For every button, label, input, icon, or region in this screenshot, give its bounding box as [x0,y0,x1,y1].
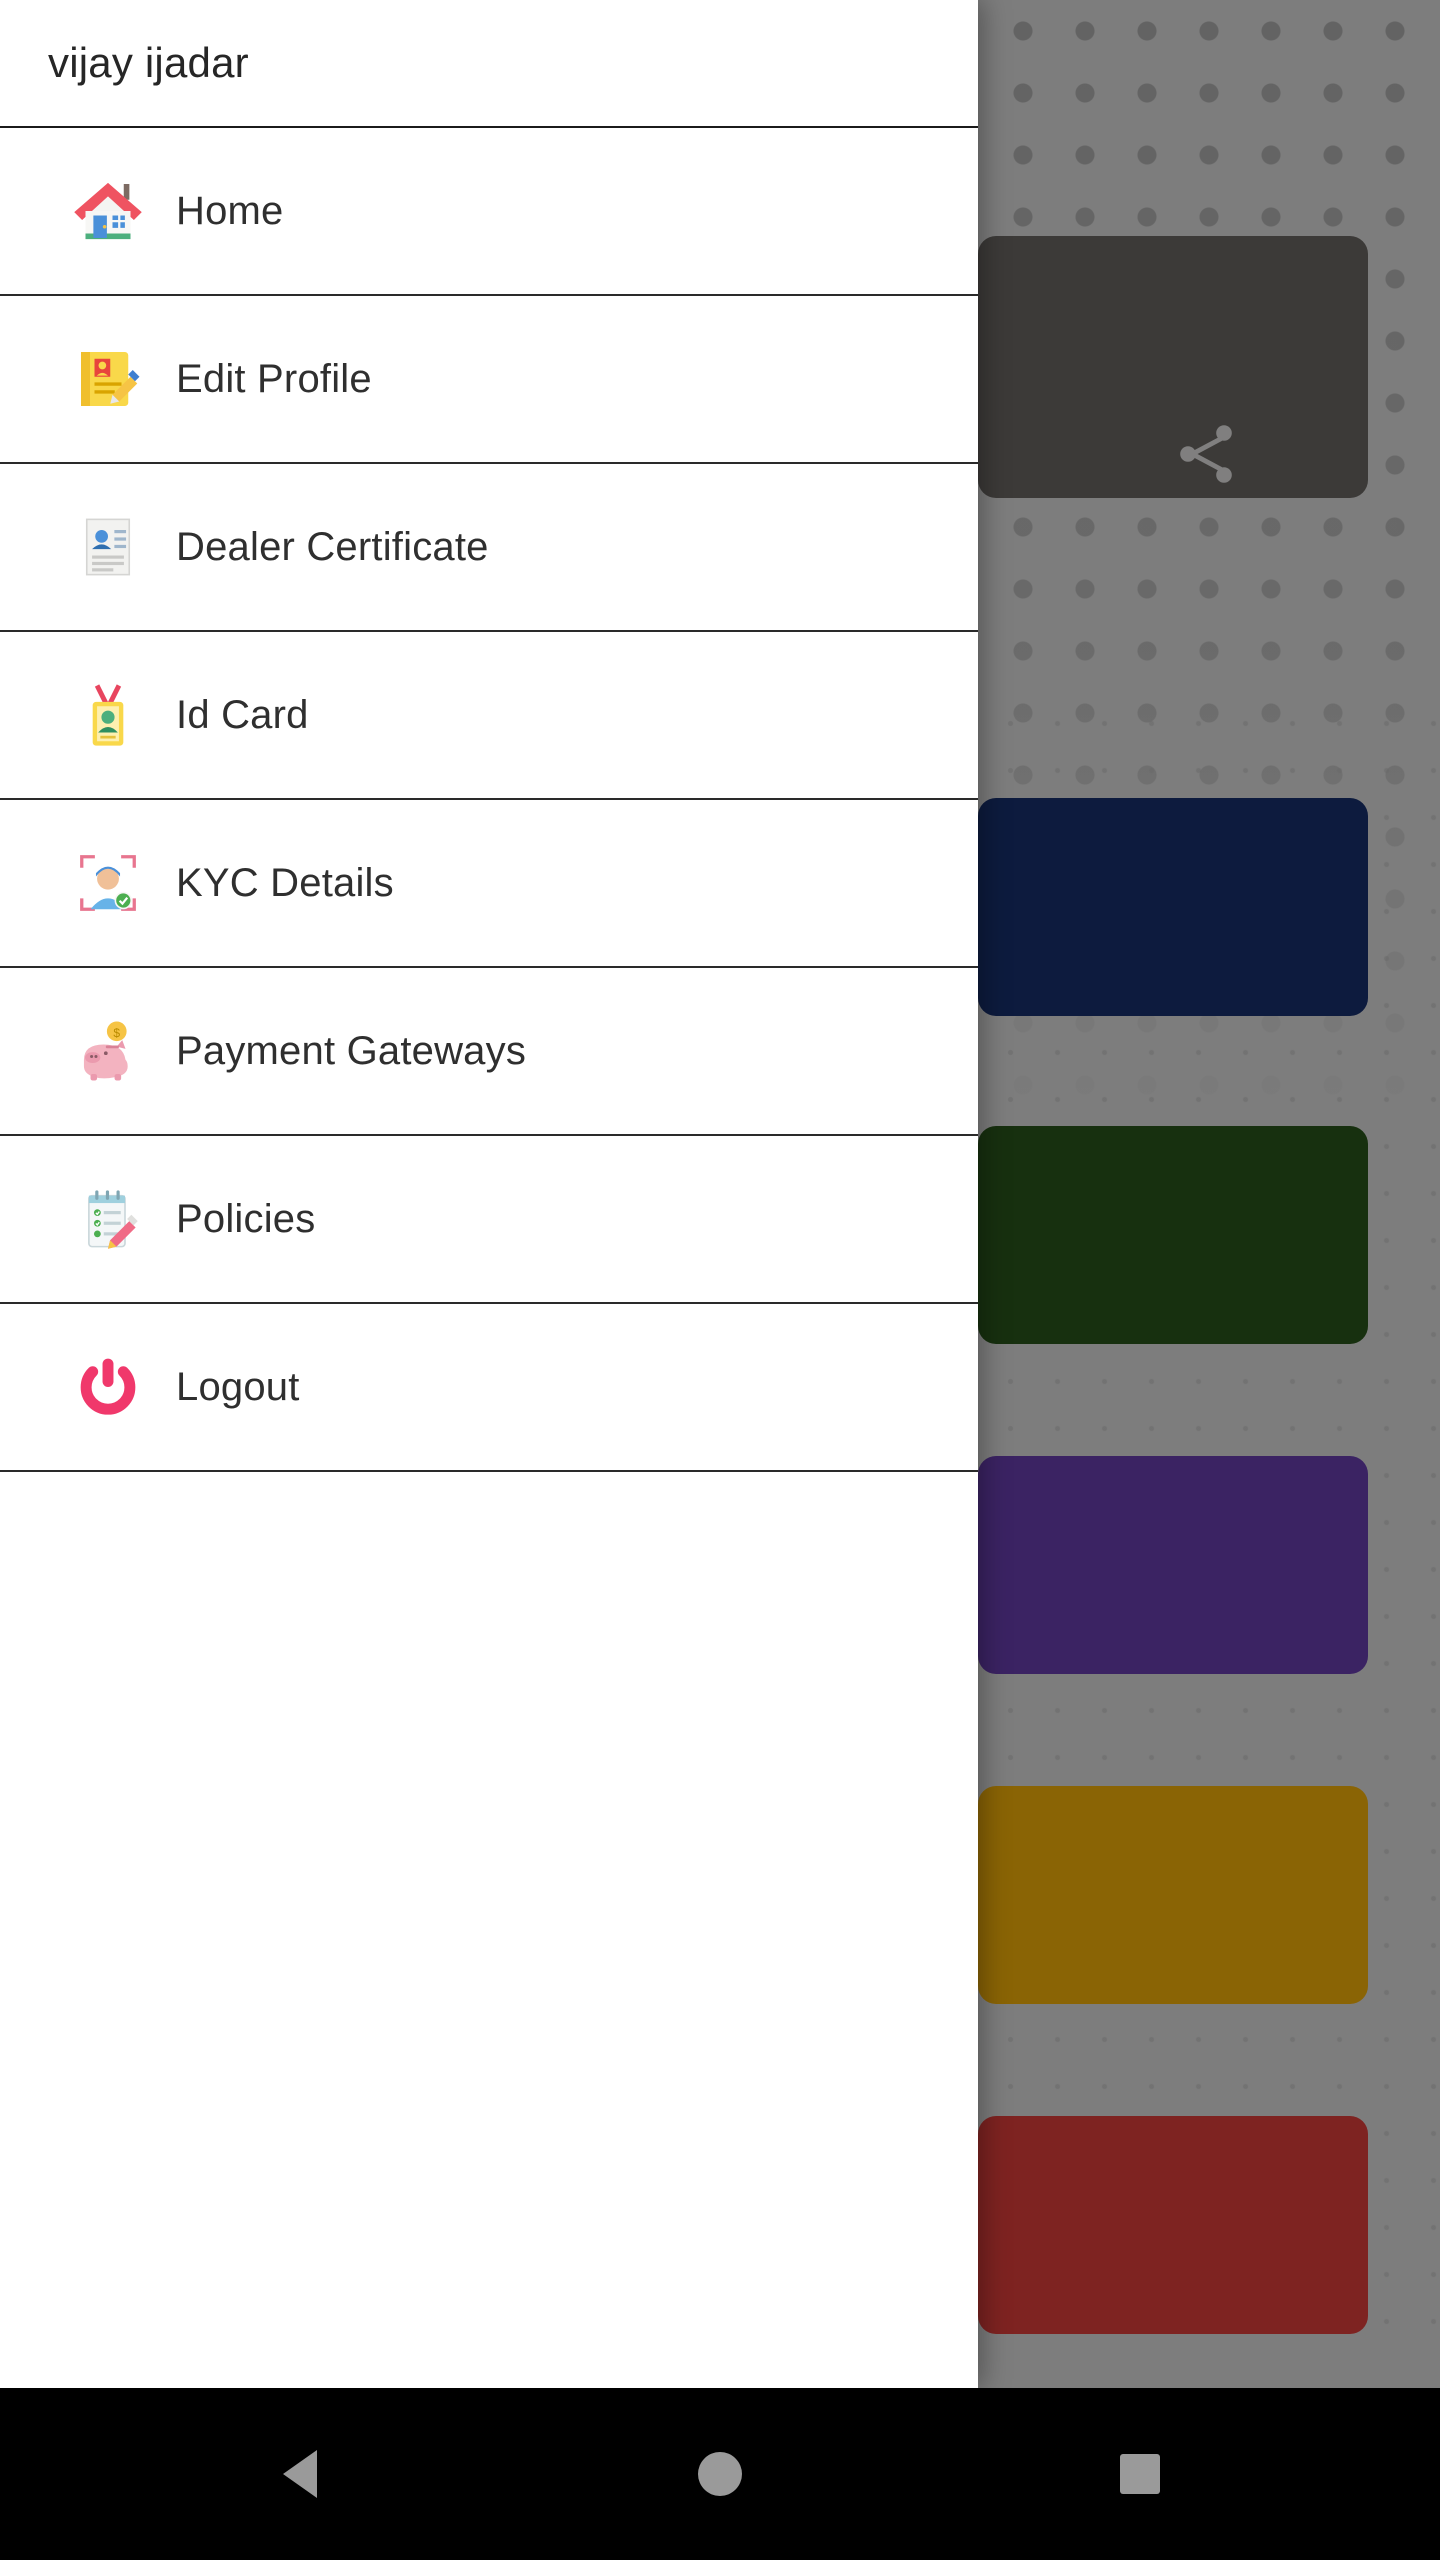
sidebar-item-label: Policies [176,1196,316,1241]
sidebar-item-id-card[interactable]: Id Card [0,632,978,800]
piggy-bank-icon: $ [62,1016,154,1086]
back-triangle-icon[interactable] [200,2388,400,2560]
svg-text:$: $ [113,1026,120,1040]
drawer-header: vijay ijadar [0,0,978,128]
home-circle-icon[interactable] [620,2388,820,2560]
recents-square-icon[interactable] [1040,2388,1240,2560]
sidebar-item-dealer-certificate[interactable]: Dealer Certificate [0,464,978,632]
background-card-1[interactable] [978,798,1368,1016]
policy-notepad-icon [62,1185,154,1253]
sidebar-item-label: Edit Profile [176,356,372,401]
sidebar-item-kyc-details[interactable]: KYC Details [0,800,978,968]
sidebar-item-label: Logout [176,1364,300,1409]
edit-profile-icon [62,343,154,415]
sidebar-item-label: Id Card [176,692,309,737]
background-card-3[interactable] [978,1456,1368,1674]
back-triangle-glyph [283,2450,317,2498]
sidebar-item-label: Dealer Certificate [176,524,489,569]
share-icon[interactable] [1170,418,1242,490]
sidebar-item-home[interactable]: Home [0,128,978,296]
sidebar-item-policies[interactable]: Policies [0,1136,978,1304]
sidebar-item-label: KYC Details [176,860,394,905]
sidebar-item-edit-profile[interactable]: Edit Profile [0,296,978,464]
house-icon [62,175,154,247]
certificate-icon [62,513,154,581]
android-navigation-bar [0,2388,1440,2560]
recents-square-glyph [1120,2454,1160,2494]
background-share-card[interactable] [978,236,1368,498]
power-off-icon [62,1352,154,1422]
sidebar-item-label: Payment Gateways [176,1028,527,1073]
background-card-4[interactable] [978,1786,1368,2004]
id-card-icon [62,680,154,750]
drawer-user-name: vijay ijadar [48,39,249,86]
sidebar-item-logout[interactable]: Logout [0,1304,978,1472]
navigation-drawer: vijay ijadar Home Edit Profile Dealer Ce… [0,0,978,2388]
home-circle-glyph [698,2452,742,2496]
kyc-face-verify-icon [62,848,154,918]
background-card-5[interactable] [978,2116,1368,2334]
background-card-2[interactable] [978,1126,1368,1344]
sidebar-item-payment-gateways[interactable]: $ Payment Gateways [0,968,978,1136]
sidebar-item-label: Home [176,188,284,233]
